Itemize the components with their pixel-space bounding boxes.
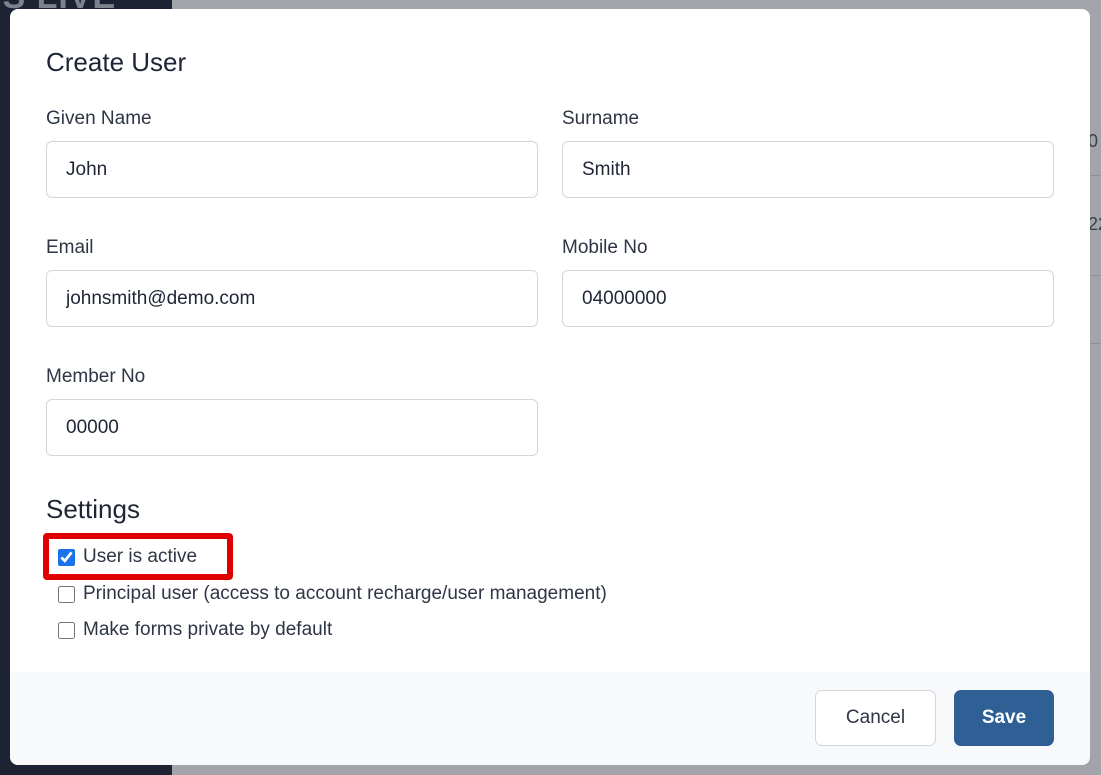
principal-user-label: Principal user (access to account rechar… (83, 583, 607, 604)
modal-title: Create User (46, 47, 187, 77)
settings-heading: Settings (46, 494, 140, 524)
email-input[interactable] (46, 270, 538, 327)
principal-user-checkbox[interactable] (58, 585, 75, 603)
bg-table-divider (1090, 175, 1101, 176)
cancel-button[interactable]: Cancel (815, 690, 936, 746)
user-active-label: User is active (83, 546, 198, 567)
private-forms-label: Make forms private by default (83, 619, 333, 640)
surname-input[interactable] (562, 141, 1054, 198)
surname-label: Surname (562, 108, 640, 129)
mobile-input[interactable] (562, 270, 1054, 327)
private-forms-option[interactable]: Make forms private by default (58, 619, 332, 641)
member-no-label: Member No (46, 366, 146, 387)
principal-user-option[interactable]: Principal user (access to account rechar… (58, 583, 607, 605)
mobile-label: Mobile No (562, 237, 648, 258)
save-button[interactable]: Save (954, 690, 1054, 746)
member-no-input[interactable] (46, 399, 538, 456)
email-label: Email (46, 237, 94, 258)
given-name-input[interactable] (46, 141, 538, 198)
user-active-checkbox[interactable] (58, 548, 75, 566)
user-active-option[interactable]: User is active (58, 546, 197, 568)
given-name-label: Given Name (46, 108, 152, 129)
bg-table-divider (1090, 343, 1101, 344)
create-user-modal: Create User Given Name Surname Email Mob… (10, 9, 1090, 765)
bg-table-divider (1090, 275, 1101, 276)
private-forms-checkbox[interactable] (58, 621, 75, 639)
